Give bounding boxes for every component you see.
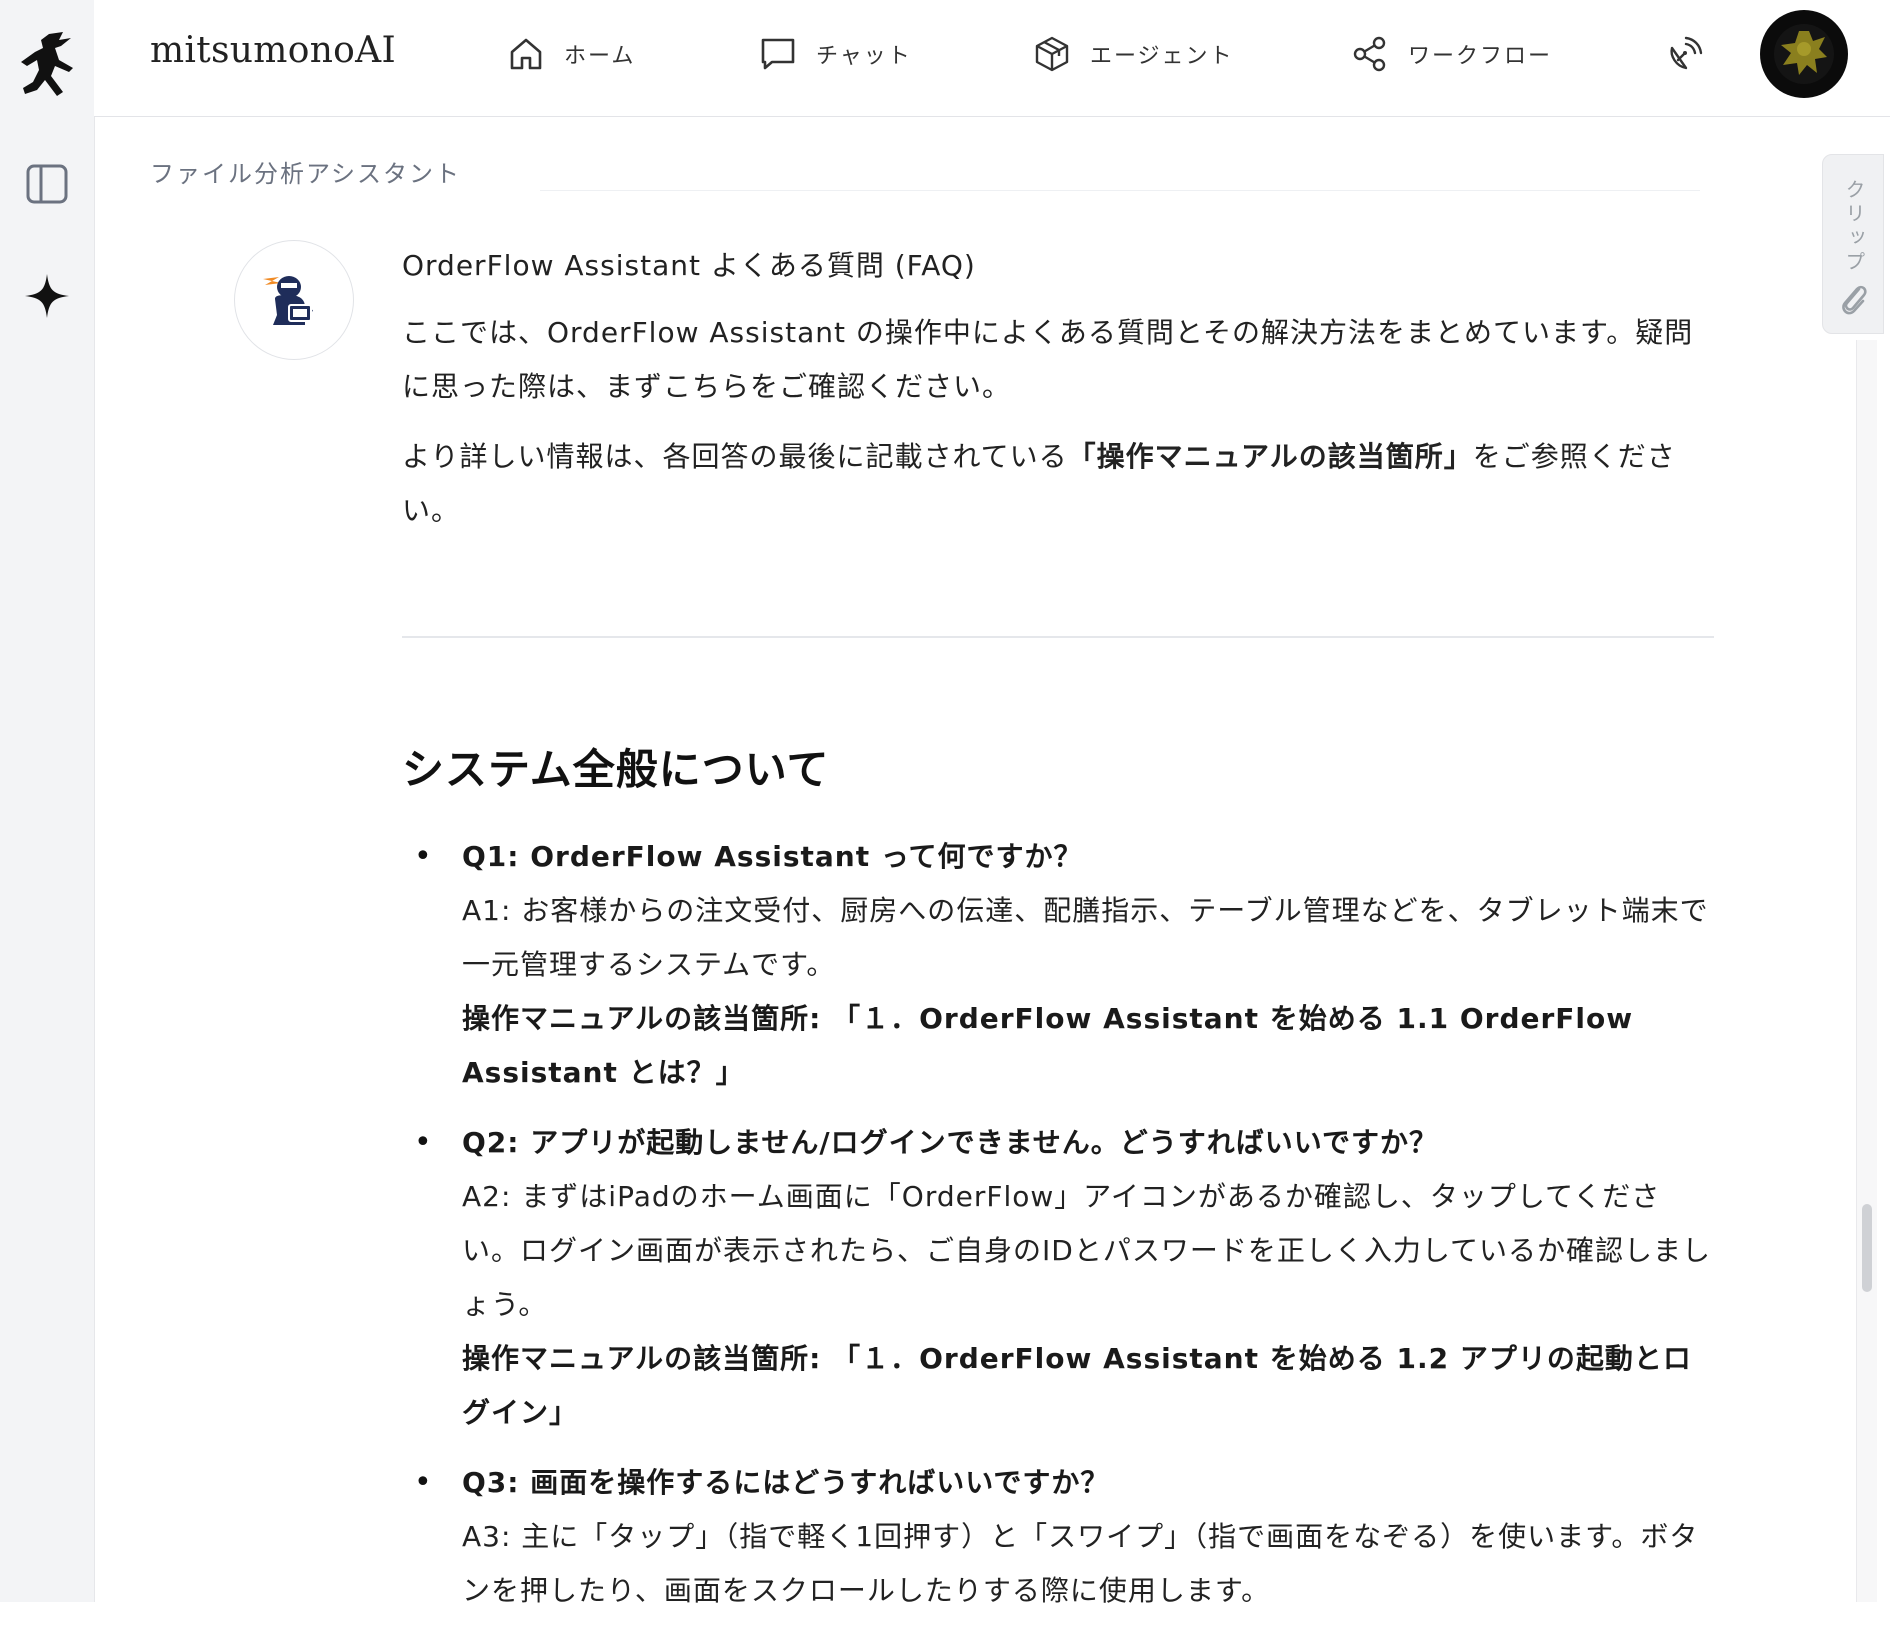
breadcrumb[interactable]: ファイル分析アシスタント — [150, 154, 461, 189]
clip-tab[interactable]: クリップ — [1822, 154, 1884, 334]
reference-note-text: より詳しい情報は、各回答の最後に記載されている — [402, 440, 1068, 473]
clip-tab-label: クリップ — [1842, 179, 1866, 275]
message-title: OrderFlow Assistant よくある質問 (FAQ) — [402, 249, 976, 282]
message-intro: ここでは、OrderFlow Assistant の操作中によくある質問とその解… — [402, 316, 1694, 403]
share-nodes-icon — [1353, 36, 1386, 72]
top-navigation-bar: mitsumonoAI ホーム チャット エージェント ワークフロー — [94, 0, 1890, 117]
faq-manual-reference: 操作マニュアルの該当箇所: 「１．OrderFlow Assistant を始め… — [462, 1342, 1692, 1429]
scrollbar-thumb[interactable] — [1862, 1204, 1872, 1292]
nav-chat[interactable]: チャット — [758, 28, 912, 80]
message-reference-note: より詳しい情報は、各回答の最後に記載されている「操作マニュアルの該当箇所」をご参… — [402, 430, 1714, 538]
faq-question: Q3: 画面を操作するにはどうすればいいですか？ — [462, 1466, 1110, 1499]
nav-workflow[interactable]: ワークフロー — [1350, 28, 1552, 80]
satellite-dish-icon — [1670, 36, 1703, 70]
bullet-icon: • — [414, 1465, 433, 1500]
assistant-avatar — [234, 240, 354, 360]
paperclip-icon — [1842, 285, 1867, 315]
satellite-button[interactable] — [1664, 28, 1704, 80]
chat-icon — [761, 38, 795, 70]
faq-question: Q1: OrderFlow Assistant って何ですか？ — [462, 840, 1083, 873]
sidebar-toggle-icon[interactable] — [0, 156, 94, 212]
faq-item: • Q1: OrderFlow Assistant って何ですか？ A1: お客… — [402, 830, 1714, 1100]
nav-agent-label: エージェント — [1090, 44, 1234, 69]
left-rail — [0, 0, 95, 1602]
faq-manual-reference: 操作マニュアルの該当箇所: 「１．OrderFlow Assistant を始め… — [462, 1002, 1634, 1089]
bullet-icon: • — [414, 839, 433, 874]
nav-home[interactable]: ホーム — [506, 28, 635, 80]
faq-list: • Q1: OrderFlow Assistant って何ですか？ A1: お客… — [402, 830, 1714, 1634]
section-heading: システム全般について — [402, 745, 830, 794]
scrollbar-track[interactable] — [1856, 340, 1877, 1602]
faq-answer: A1: お客様からの注文受付、厨房への伝達、配膳指示、テーブル管理などを、タブレ… — [462, 894, 1709, 981]
assistant-message: OrderFlow Assistant よくある質問 (FAQ) ここでは、Or… — [402, 238, 1714, 538]
nav-chat-label: チャット — [816, 44, 912, 69]
reference-note-bold: 「操作マニュアルの該当箇所」 — [1067, 440, 1473, 473]
home-icon — [510, 38, 542, 70]
faq-item: • Q2: アプリが起動しません/ログインできません。どうすればいいですか？ A… — [402, 1116, 1714, 1440]
nav-agent[interactable]: エージェント — [1032, 28, 1234, 80]
brand-name[interactable]: mitsumonoAI — [150, 30, 396, 71]
faq-question: Q2: アプリが起動しません/ログインできません。どうすればいいですか？ — [462, 1126, 1438, 1159]
header-divider — [540, 190, 1700, 191]
user-avatar[interactable] — [1760, 10, 1848, 98]
nav-workflow-label: ワークフロー — [1408, 44, 1553, 69]
ninja-logo-icon[interactable] — [0, 26, 94, 106]
faq-answer: A2: まずはiPadのホーム画面に「OrderFlow」アイコンがあるか確認し… — [462, 1180, 1711, 1321]
section-divider — [402, 636, 1714, 638]
bullet-icon: • — [414, 1125, 433, 1160]
nav-home-label: ホーム — [564, 44, 636, 69]
ninja-assistant-icon — [263, 276, 313, 325]
faq-item: • Q3: 画面を操作するにはどうすればいいですか？ A3: 主に「タップ」（指… — [402, 1456, 1714, 1618]
sparkle-icon[interactable] — [0, 268, 94, 324]
cube-icon — [1035, 36, 1069, 72]
user-avatar-image — [1774, 24, 1834, 84]
